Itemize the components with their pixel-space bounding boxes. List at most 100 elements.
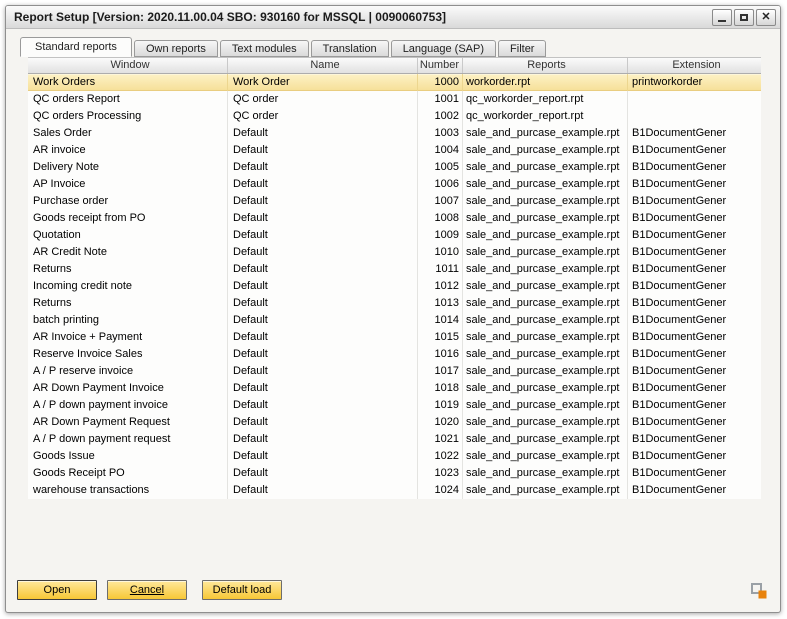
tab-translation[interactable]: Translation xyxy=(311,40,389,57)
cell-extension xyxy=(628,91,761,108)
table-row[interactable]: AR Invoice + PaymentDefault1015sale_and_… xyxy=(28,329,761,346)
default-load-button[interactable]: Default load xyxy=(202,580,282,600)
cell-name: Work Order xyxy=(228,74,418,91)
cell-reports: sale_and_purcase_example.rpt xyxy=(463,346,628,363)
cell-reports: qc_workorder_report.rpt xyxy=(463,108,628,125)
column-header-window[interactable]: Window xyxy=(28,58,228,73)
close-icon: ✕ xyxy=(761,12,770,23)
cell-name: Default xyxy=(228,159,418,176)
tab-own-reports[interactable]: Own reports xyxy=(134,40,218,57)
table-row[interactable]: A / P reserve invoiceDefault1017sale_and… xyxy=(28,363,761,380)
cell-reports: sale_and_purcase_example.rpt xyxy=(463,261,628,278)
table-row[interactable]: ReturnsDefault1011sale_and_purcase_examp… xyxy=(28,261,761,278)
cell-number: 1002 xyxy=(418,108,463,125)
cell-name: Default xyxy=(228,125,418,142)
cell-reports: workorder.rpt xyxy=(463,74,628,91)
table-row[interactable]: AR Credit NoteDefault1010sale_and_purcas… xyxy=(28,244,761,261)
cell-name: Default xyxy=(228,193,418,210)
cell-extension: B1DocumentGener xyxy=(628,465,761,482)
table-row[interactable]: Incoming credit noteDefault1012sale_and_… xyxy=(28,278,761,295)
table-row[interactable]: Delivery NoteDefault1005sale_and_purcase… xyxy=(28,159,761,176)
table-row[interactable]: A / P down payment requestDefault1021sal… xyxy=(28,431,761,448)
cell-window: Returns xyxy=(28,295,228,312)
table-row[interactable]: AP InvoiceDefault1006sale_and_purcase_ex… xyxy=(28,176,761,193)
cell-window: Purchase order xyxy=(28,193,228,210)
cell-number: 1008 xyxy=(418,210,463,227)
minimize-icon xyxy=(718,20,726,22)
cell-extension: B1DocumentGener xyxy=(628,176,761,193)
cell-window: Quotation xyxy=(28,227,228,244)
cell-extension: B1DocumentGener xyxy=(628,210,761,227)
cell-window: AR Credit Note xyxy=(28,244,228,261)
table-row[interactable]: QuotationDefault1009sale_and_purcase_exa… xyxy=(28,227,761,244)
tab-language-sap[interactable]: Language (SAP) xyxy=(391,40,496,57)
table-body: Work OrdersWork Order1000workorder.rptpr… xyxy=(28,74,761,499)
table-row[interactable]: Goods Receipt PODefault1023sale_and_purc… xyxy=(28,465,761,482)
cell-number: 1017 xyxy=(418,363,463,380)
table-row[interactable]: Work OrdersWork Order1000workorder.rptpr… xyxy=(28,74,761,91)
cell-reports: sale_and_purcase_example.rpt xyxy=(463,244,628,261)
table-row[interactable]: Reserve Invoice SalesDefault1016sale_and… xyxy=(28,346,761,363)
cell-number: 1024 xyxy=(418,482,463,499)
reports-table: WindowNameNumberReportsExtension Work Or… xyxy=(28,57,761,499)
column-header-name[interactable]: Name xyxy=(228,58,418,73)
cell-window: Returns xyxy=(28,261,228,278)
cell-number: 1018 xyxy=(418,380,463,397)
cell-extension xyxy=(628,108,761,125)
cell-name: Default xyxy=(228,465,418,482)
cell-reports: sale_and_purcase_example.rpt xyxy=(463,397,628,414)
column-header-number[interactable]: Number xyxy=(418,58,463,73)
cell-window: Goods Issue xyxy=(28,448,228,465)
column-header-extension[interactable]: Extension xyxy=(628,58,761,73)
cell-extension: B1DocumentGener xyxy=(628,227,761,244)
cell-name: Default xyxy=(228,278,418,295)
cell-reports: sale_and_purcase_example.rpt xyxy=(463,210,628,227)
column-header-reports[interactable]: Reports xyxy=(463,58,628,73)
cell-name: QC order xyxy=(228,91,418,108)
cell-extension: B1DocumentGener xyxy=(628,414,761,431)
cell-window: AR invoice xyxy=(28,142,228,159)
cell-name: Default xyxy=(228,210,418,227)
cell-number: 1004 xyxy=(418,142,463,159)
table-row[interactable]: AR Down Payment InvoiceDefault1018sale_a… xyxy=(28,380,761,397)
table-row[interactable]: A / P down payment invoiceDefault1019sal… xyxy=(28,397,761,414)
table-row[interactable]: AR invoiceDefault1004sale_and_purcase_ex… xyxy=(28,142,761,159)
tab-text-modules[interactable]: Text modules xyxy=(220,40,309,57)
open-button[interactable]: Open xyxy=(17,580,97,600)
maximize-button[interactable] xyxy=(734,9,754,26)
cell-reports: sale_and_purcase_example.rpt xyxy=(463,176,628,193)
tab-standard-reports[interactable]: Standard reports xyxy=(20,37,132,57)
table-row[interactable]: Goods receipt from PODefault1008sale_and… xyxy=(28,210,761,227)
cell-extension: B1DocumentGener xyxy=(628,448,761,465)
cell-name: Default xyxy=(228,142,418,159)
table-row[interactable]: ReturnsDefault1013sale_and_purcase_examp… xyxy=(28,295,761,312)
cell-window: AR Invoice + Payment xyxy=(28,329,228,346)
table-row[interactable]: batch printingDefault1014sale_and_purcas… xyxy=(28,312,761,329)
cell-reports: sale_and_purcase_example.rpt xyxy=(463,363,628,380)
cell-reports: sale_and_purcase_example.rpt xyxy=(463,380,628,397)
table-row[interactable]: QC orders ProcessingQC order1002qc_worko… xyxy=(28,108,761,125)
minimize-button[interactable] xyxy=(712,9,732,26)
table-row[interactable]: Goods IssueDefault1022sale_and_purcase_e… xyxy=(28,448,761,465)
cancel-button[interactable]: Cancel xyxy=(107,580,187,600)
titlebar[interactable]: Report Setup [Version: 2020.11.00.04 SBO… xyxy=(6,6,780,29)
cell-extension: printworkorder xyxy=(628,74,761,91)
cell-reports: qc_workorder_report.rpt xyxy=(463,91,628,108)
form-resize-glyph xyxy=(750,582,768,600)
tab-filter[interactable]: Filter xyxy=(498,40,546,57)
cell-reports: sale_and_purcase_example.rpt xyxy=(463,414,628,431)
cell-extension: B1DocumentGener xyxy=(628,261,761,278)
close-button[interactable]: ✕ xyxy=(756,9,776,26)
table-row[interactable]: QC orders ReportQC order1001qc_workorder… xyxy=(28,91,761,108)
table-row[interactable]: warehouse transactionsDefault1024sale_an… xyxy=(28,482,761,499)
cell-number: 1019 xyxy=(418,397,463,414)
cell-window: AR Down Payment Invoice xyxy=(28,380,228,397)
table-row[interactable]: Sales OrderDefault1003sale_and_purcase_e… xyxy=(28,125,761,142)
table-row[interactable]: AR Down Payment RequestDefault1020sale_a… xyxy=(28,414,761,431)
cell-name: Default xyxy=(228,380,418,397)
table-row[interactable]: Purchase orderDefault1007sale_and_purcas… xyxy=(28,193,761,210)
cell-reports: sale_and_purcase_example.rpt xyxy=(463,312,628,329)
cell-reports: sale_and_purcase_example.rpt xyxy=(463,431,628,448)
cell-name: Default xyxy=(228,312,418,329)
form-resize-icon[interactable] xyxy=(750,582,768,600)
